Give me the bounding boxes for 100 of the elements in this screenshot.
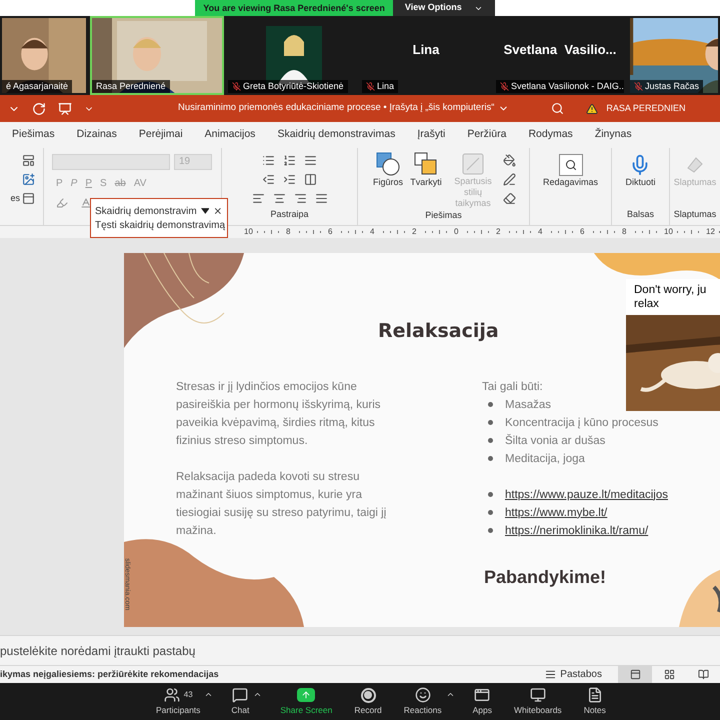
group-label: Piešimas (425, 209, 462, 222)
arrange-button[interactable]: Tvarkyti (409, 152, 443, 190)
apps-icon (474, 687, 490, 704)
list-item: Meditacija, joga (505, 452, 585, 466)
toolbar-button[interactable]: Whiteboards (510, 686, 566, 717)
fill-icon[interactable] (503, 154, 516, 167)
align-left-icon[interactable] (252, 192, 264, 205)
body-paragraph: Relaksacija padeda kovoti su stresu mažinant šiuos simptomus, kurie yra tiesiogiai susiję su streso patyrimu, taigi jį mažina. (176, 470, 388, 538)
participant-name: Svetlana Vasilio... (504, 40, 616, 59)
font-name-field[interactable] (52, 154, 170, 170)
call-to-action: Pabandykime! (484, 566, 608, 589)
ribbon-tab[interactable]: Įrašyti (417, 127, 446, 143)
popup-title: Skaidrių demonstravim (95, 204, 197, 218)
justify-icon[interactable] (314, 192, 328, 205)
list-item: Masažas (505, 398, 552, 412)
reading-view-icon (698, 669, 708, 680)
bullet-icon (488, 456, 493, 461)
list-heading: Tai gali būti: (482, 380, 544, 394)
link[interactable]: https://nerimoklinika.lt/ramu/ (505, 522, 648, 540)
toolbar-button[interactable]: Chat (227, 686, 254, 717)
bullet-icon (488, 492, 493, 497)
layout-icon[interactable] (22, 154, 35, 167)
toolbar-button[interactable]: Apps (468, 686, 496, 717)
columns-icon[interactable] (304, 173, 317, 186)
ruler-number: 6 (580, 226, 584, 238)
ribbon-label: es (10, 192, 20, 205)
align-center-icon[interactable] (272, 192, 286, 205)
ribbon-tab[interactable]: Dizainas (76, 127, 117, 143)
toolbar-button[interactable]: Notes (580, 686, 610, 717)
ruler-number: 12 (706, 226, 715, 238)
bullets-icon[interactable] (262, 154, 275, 167)
smiley-icon (414, 687, 431, 704)
chat-icon (232, 687, 248, 704)
participant-label: Lina (377, 80, 394, 93)
toolbar-button[interactable]: Share Screen (276, 686, 336, 717)
bullet-icon (488, 510, 493, 515)
ruler-number: 10 (664, 226, 673, 238)
list-item: Šilta vonia ar dušas (505, 433, 606, 448)
status-text: ikymas neįgaliesiems: peržiūrėkite rekomendacijas (0, 668, 219, 681)
link[interactable]: https://www.pauze.lt/meditacijos (505, 486, 668, 504)
align-right-icon[interactable] (294, 192, 306, 205)
toolbar-button[interactable]: Record (350, 686, 386, 717)
image-caption: Don't worry, ju (633, 283, 706, 297)
ribbon-tab[interactable]: Rodymas (528, 127, 573, 143)
redo-icon[interactable] (32, 102, 46, 116)
image-caption: relax (633, 297, 659, 311)
search-icon[interactable] (551, 102, 564, 115)
link[interactable]: https://www.mybe.lt/ (505, 504, 608, 522)
arrange-icon (414, 152, 438, 176)
participant-label: Justas Račas (645, 80, 700, 93)
bullet-icon (488, 438, 493, 443)
bullet-icon (488, 402, 493, 407)
line-spacing-icon[interactable] (304, 154, 317, 167)
bullet-icon (488, 528, 493, 533)
ribbon-tab[interactable]: Perėjimai (138, 127, 183, 143)
ribbon-tab[interactable]: Skaidrių demonstravimas (277, 127, 396, 143)
sorter-view-icon (664, 669, 674, 680)
editing-button[interactable]: Redagavimas (542, 154, 598, 190)
slide-title: Relaksacija (378, 320, 499, 342)
font-color-icon[interactable] (80, 197, 92, 209)
notes-icon (586, 687, 603, 704)
ruler-number: 10 (244, 226, 253, 238)
ruler-number: 6 (328, 226, 332, 238)
document-title: Nusiraminimo priemonės edukaciniame procese • Įrašyta į „šis kompiuteris“ (178, 101, 494, 116)
resume-slideshow-link[interactable]: Tęsti skaidrių demonstravimą (95, 218, 223, 232)
lines-icon (545, 669, 556, 680)
ruler-number: 2 (496, 226, 500, 238)
participant-label: Svetlana Vasilionok - DAIG... (511, 80, 624, 93)
ruler-number: 4 (538, 226, 542, 238)
dictate-button[interactable]: Diktuoti (625, 154, 656, 190)
dropdown-icon[interactable] (200, 208, 210, 214)
group-label: Slaptumas (674, 208, 716, 221)
bullet-icon (488, 420, 493, 425)
ruler-number: 8 (286, 226, 290, 238)
participant-label: Rasa Peredniené (96, 80, 166, 93)
shapes-icon (376, 152, 400, 176)
outdent-icon[interactable] (262, 173, 275, 186)
search-icon (564, 159, 576, 171)
toolbar-button[interactable]: 43 Participants (152, 686, 204, 717)
ribbon-tab[interactable]: Animacijos (204, 127, 256, 143)
indent-icon[interactable] (283, 173, 296, 186)
share-screen-icon (297, 688, 316, 702)
participant-label: Greta Botyriūtė-Skiotienė (243, 80, 344, 93)
highlighter-icon[interactable] (56, 197, 68, 209)
ribbon-tab[interactable]: Žinynas (594, 127, 632, 143)
ribbon-tab[interactable]: Piešimas (12, 127, 55, 143)
notes-field[interactable]: pustelėkite norėdami įtraukti pastabų (0, 642, 196, 660)
close-icon[interactable] (213, 206, 223, 216)
view-options-button[interactable]: View Options (392, 0, 495, 16)
view-button[interactable] (618, 666, 652, 683)
slideshow-icon[interactable] (58, 102, 72, 116)
participant-label: é Agasarjanaitė (6, 80, 68, 93)
shapes-button[interactable]: Figūros (371, 152, 405, 190)
ribbon-tab[interactable]: Peržiūra (467, 127, 506, 143)
toolbar-button[interactable]: Reactions (400, 686, 446, 717)
notes-pane-button[interactable]: Pastabos (545, 667, 602, 682)
numbering-icon[interactable] (283, 154, 296, 167)
group-label: Pastraipa (270, 208, 309, 221)
quick-styles-icon (461, 152, 485, 176)
ruler-number: 4 (370, 226, 374, 238)
